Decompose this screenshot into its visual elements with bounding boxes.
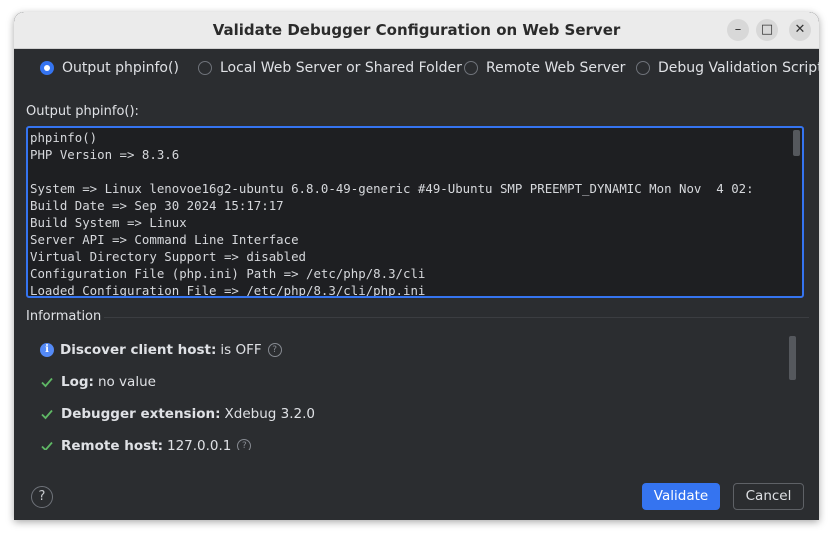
check-icon	[41, 377, 53, 388]
title-bar[interactable]: Validate Debugger Configuration on Web S…	[14, 12, 819, 49]
phpinfo-output-area[interactable]: phpinfo() PHP Version => 8.3.6 System =>…	[26, 126, 804, 298]
info-key: Debugger extension:	[61, 406, 221, 422]
radio-unselected-icon	[198, 61, 212, 75]
radio-output-phpinfo[interactable]: Output phpinfo()	[40, 60, 179, 76]
info-icon: i	[40, 343, 54, 357]
info-value: no value	[97, 374, 156, 390]
close-button[interactable]: ✕	[789, 19, 811, 41]
info-item-remote-host: Remote host: 127.0.0.1 ?	[40, 438, 252, 450]
info-value: 127.0.0.1	[166, 438, 232, 450]
check-icon	[41, 441, 53, 450]
help-icon[interactable]: ?	[237, 439, 252, 450]
information-list: i Discover client host: is OFF ? Log: no…	[40, 342, 780, 450]
info-key: Log:	[61, 374, 94, 390]
info-item-log: Log: no value	[40, 374, 156, 390]
radio-debug-validation-script[interactable]: Debug Validation Script	[636, 60, 819, 76]
info-key: Discover client host:	[60, 342, 217, 358]
dialog-window: Validate Debugger Configuration on Web S…	[14, 12, 819, 520]
dialog-title: Validate Debugger Configuration on Web S…	[212, 21, 621, 39]
radio-unselected-icon	[464, 61, 478, 75]
output-scrollbar[interactable]	[793, 130, 800, 156]
info-item-discover-client-host: i Discover client host: is OFF ?	[40, 342, 282, 358]
maximize-button[interactable]: □	[756, 19, 778, 41]
info-value: Xdebug 3.2.0	[224, 406, 315, 422]
radio-local-web-server[interactable]: Local Web Server or Shared Folder	[198, 60, 462, 76]
information-scrollbar[interactable]	[789, 336, 796, 380]
phpinfo-output-text: phpinfo() PHP Version => 8.3.6 System =>…	[30, 130, 754, 298]
validate-button[interactable]: Validate	[642, 483, 720, 510]
information-separator	[104, 317, 809, 318]
check-icon	[41, 409, 53, 420]
help-icon[interactable]: ?	[267, 343, 282, 357]
info-key: Remote host:	[61, 438, 163, 450]
radio-remote-web-server[interactable]: Remote Web Server	[464, 60, 625, 76]
mode-radio-group: Output phpinfo() Local Web Server or Sha…	[38, 60, 819, 80]
minimize-button[interactable]: –	[727, 19, 749, 41]
radio-unselected-icon	[636, 61, 650, 75]
information-label: Information	[26, 309, 102, 324]
cancel-button[interactable]: Cancel	[733, 483, 804, 510]
output-label: Output phpinfo():	[26, 104, 139, 119]
info-item-debugger-extension: Debugger extension: Xdebug 3.2.0	[40, 406, 315, 422]
help-button[interactable]: ?	[31, 486, 53, 508]
radio-selected-icon	[40, 61, 54, 75]
radio-label: Remote Web Server	[486, 60, 626, 76]
radio-label: Local Web Server or Shared Folder	[220, 60, 462, 76]
radio-label: Debug Validation Script	[658, 60, 819, 76]
info-value: is OFF	[220, 342, 262, 358]
radio-label: Output phpinfo()	[62, 60, 179, 76]
